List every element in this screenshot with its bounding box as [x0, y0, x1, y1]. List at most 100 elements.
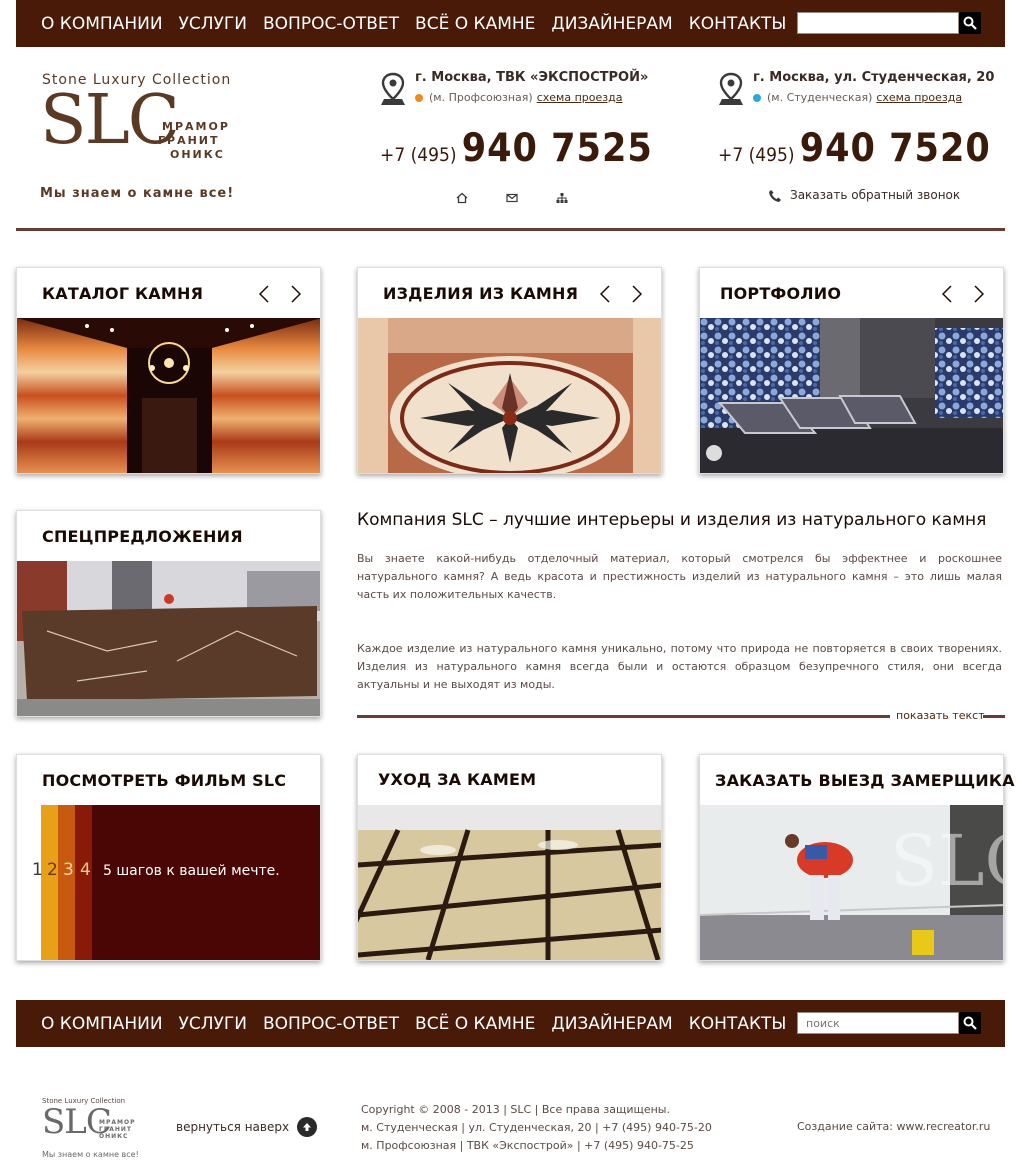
- mail-icon[interactable]: [506, 189, 518, 203]
- contact-metro: (м. Профсоюзная) схема проезда: [415, 91, 622, 104]
- footer-copyright: Copyright © 2008 - 2013 | SLC | Все прав…: [361, 1101, 712, 1155]
- card-header: КАТАЛОГ КАМНЯ: [17, 268, 320, 318]
- card-header: ПОРТФОЛИО: [700, 268, 1003, 318]
- nav-item-faq[interactable]: ВОПРОС-ОТВЕТ: [263, 1014, 399, 1034]
- nav-item-company[interactable]: О КОМПАНИИ: [41, 1014, 163, 1034]
- header-divider: [16, 228, 1005, 231]
- search-icon: [963, 16, 977, 30]
- back-to-top-label: вернуться наверх: [176, 1120, 290, 1134]
- card-header: СПЕЦПРЕДЛОЖЕНИЯ: [17, 511, 320, 561]
- chevron-left-icon[interactable]: [595, 283, 615, 305]
- svg-text:SLC: SLC: [890, 820, 1003, 902]
- search-input[interactable]: [797, 12, 959, 34]
- contact-phone[interactable]: +7 (495) 940 7520: [718, 126, 991, 171]
- site-creator-link[interactable]: Создание сайта: www.recreator.ru: [797, 1120, 990, 1133]
- film-digit-1: 1: [32, 860, 43, 880]
- phone-icon: [769, 189, 781, 202]
- site-logo[interactable]: Stone Luxury Collection SLC МРАМОР ГРАНИ…: [40, 70, 264, 205]
- card-catalog[interactable]: КАТАЛОГ КАМНЯ: [16, 267, 321, 474]
- metro-station: (м. Профсоюзная): [429, 91, 533, 104]
- film-digit-2: 2: [47, 860, 58, 880]
- nav-item-contacts[interactable]: КОНТАКТЫ: [689, 1014, 787, 1034]
- film-digit-3: 3: [63, 860, 74, 880]
- special-offers-image[interactable]: [17, 561, 320, 716]
- about-paragraph-1: Вы знаете какой-нибудь отделочный матери…: [357, 552, 1002, 601]
- card-header: ЗАКАЗАТЬ ВЫЕЗД ЗАМЕРЩИКА: [700, 755, 1015, 805]
- card-title: ЗАКАЗАТЬ ВЫЕЗД ЗАМЕРЩИКА: [715, 771, 1015, 790]
- callback-link[interactable]: Заказать обратный звонок: [768, 188, 960, 203]
- products-image[interactable]: [358, 318, 661, 473]
- card-special-offers[interactable]: СПЕЦПРЕДЛОЖЕНИЯ: [16, 510, 321, 717]
- film-banner[interactable]: 1 2 3 4 5 шагов к вашей мечте.: [17, 805, 320, 960]
- measurer-image[interactable]: SLC: [700, 805, 1003, 960]
- address-line-studencheskaya: м. Студенческая | ул. Студенческая, 20 |…: [361, 1121, 712, 1134]
- about-section: Компания SLC – лучшие интерьеры и издели…: [357, 510, 1002, 694]
- metro-dot-icon: [753, 94, 761, 102]
- nav-item-services[interactable]: УСЛУГИ: [179, 14, 247, 34]
- card-title: СПЕЦПРЕДЛОЖЕНИЯ: [42, 527, 243, 546]
- search-button[interactable]: [959, 12, 981, 34]
- chevron-left-icon[interactable]: [937, 283, 957, 305]
- chevron-right-icon[interactable]: [969, 283, 989, 305]
- logo-sub-onyx: ОНИКС: [170, 148, 225, 161]
- film-strip-orange: [58, 805, 75, 960]
- phone-code: +7 (495): [380, 144, 457, 166]
- card-stone-care[interactable]: УХОД ЗА КАМЕМ: [357, 754, 662, 961]
- route-link[interactable]: схема проезда: [537, 91, 623, 104]
- footer-logo-tagline: Мы знаем о камне все!: [42, 1150, 139, 1159]
- card-film[interactable]: ПОСМОТРЕТЬ ФИЛЬМ SLC 1 2 3 4 5 шагов к в…: [16, 754, 321, 961]
- card-title: КАТАЛОГ КАМНЯ: [42, 284, 204, 303]
- nav-item-faq[interactable]: ВОПРОС-ОТВЕТ: [263, 14, 399, 34]
- nav-item-designers[interactable]: ДИЗАЙНЕРАМ: [551, 1014, 672, 1034]
- card-products[interactable]: ИЗДЕЛИЯ ИЗ КАМНЯ: [357, 267, 662, 474]
- nav-item-about-stone[interactable]: ВСЁ О КАМНЕ: [415, 1014, 535, 1034]
- top-nav-menu: О КОМПАНИИ УСЛУГИ ВОПРОС-ОТВЕТ ВСЁ О КАМ…: [41, 0, 802, 47]
- callback-label: Заказать обратный звонок: [790, 188, 961, 202]
- search-input[interactable]: [797, 1012, 959, 1034]
- nav-item-about-stone[interactable]: ВСЁ О КАМНЕ: [415, 14, 535, 34]
- nav-item-designers[interactable]: ДИЗАЙНЕРАМ: [551, 14, 672, 34]
- search-button[interactable]: [959, 1012, 981, 1034]
- route-link[interactable]: схема проезда: [876, 91, 962, 104]
- map-pin-icon: [381, 72, 405, 105]
- card-header: УХОД ЗА КАМЕМ: [358, 755, 661, 805]
- utility-icons: [456, 189, 606, 204]
- card-portfolio[interactable]: ПОРТФОЛИО: [699, 267, 1004, 474]
- nav-item-company[interactable]: О КОМПАНИИ: [41, 14, 163, 34]
- footer-logo-granite: ГРАНИТ: [99, 1126, 132, 1133]
- card-header: ПОСМОТРЕТЬ ФИЛЬМ SLC: [17, 755, 320, 805]
- home-icon[interactable]: [456, 189, 468, 204]
- chevron-right-icon[interactable]: [627, 283, 647, 305]
- about-divider-end: [983, 715, 1005, 718]
- card-measurer[interactable]: ЗАКАЗАТЬ ВЫЕЗД ЗАМЕРЩИКА SLC: [699, 754, 1015, 961]
- nav-item-services[interactable]: УСЛУГИ: [179, 1014, 247, 1034]
- portfolio-image[interactable]: [700, 318, 1003, 473]
- film-banner-text: 5 шагов к вашей мечте.: [103, 863, 280, 879]
- footer-logo-materials: МРАМОР ГРАНИТ ОНИКС: [99, 1119, 135, 1140]
- chevron-right-icon[interactable]: [286, 283, 306, 305]
- top-navbar: О КОМПАНИИ УСЛУГИ ВОПРОС-ОТВЕТ ВСЁ О КАМ…: [16, 0, 1005, 47]
- nav-item-contacts[interactable]: КОНТАКТЫ: [689, 14, 787, 34]
- sitemap-icon[interactable]: [556, 189, 568, 203]
- contact-phone[interactable]: +7 (495) 940 7525: [380, 126, 653, 171]
- footer-logo[interactable]: Stone Luxury Collection SLC МРАМОР ГРАНИ…: [42, 1097, 152, 1161]
- bottom-nav-menu: О КОМПАНИИ УСЛУГИ ВОПРОС-ОТВЕТ ВСЁ О КАМ…: [41, 1000, 802, 1047]
- phone-number: 940 7520: [799, 126, 991, 171]
- card-title: ПОРТФОЛИО: [720, 284, 842, 303]
- back-to-top-link[interactable]: вернуться наверх: [176, 1117, 318, 1137]
- contact-metro: (м. Студенческая) схема проезда: [753, 91, 962, 104]
- chevron-left-icon[interactable]: [254, 283, 274, 305]
- show-text-link[interactable]: показать текст: [896, 709, 985, 722]
- map-pin-icon: [719, 72, 743, 105]
- arrow-up-icon: [297, 1117, 318, 1137]
- card-title: УХОД ЗА КАМЕМ: [378, 770, 537, 789]
- film-digit-4: 4: [80, 860, 91, 880]
- about-paragraph-2: Каждое изделие из натурального камня уни…: [357, 642, 1002, 691]
- stone-care-image[interactable]: [358, 805, 661, 960]
- card-arrows: [925, 283, 989, 305]
- film-strip-yellow: [41, 805, 58, 960]
- catalog-image[interactable]: [17, 318, 320, 473]
- film-strip-white: [17, 805, 41, 960]
- bottom-navbar: О КОМПАНИИ УСЛУГИ ВОПРОС-ОТВЕТ ВСЁ О КАМ…: [16, 1000, 1005, 1047]
- address-line-profsoyuznaya: м. Профсоюзная | ТВК «Экспострой» | +7 (…: [361, 1139, 694, 1152]
